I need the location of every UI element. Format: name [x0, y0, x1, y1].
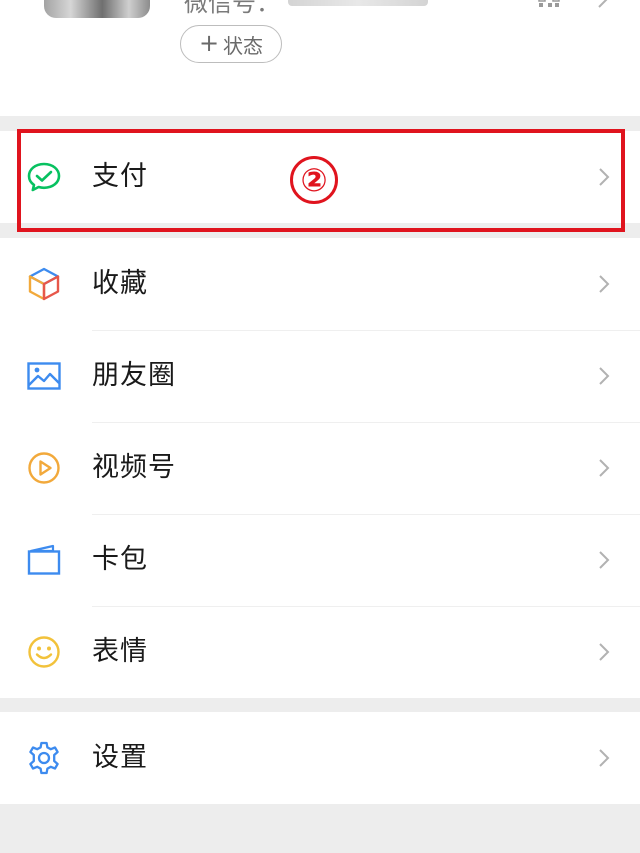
menu-item-label: 支付 [92, 161, 148, 192]
menu-item-label: 朋友圈 [92, 360, 176, 391]
menu-item-card-wallet[interactable]: 卡包 [0, 514, 640, 606]
chevron-right-icon [599, 551, 610, 569]
chevron-right-icon [599, 749, 610, 767]
avatar[interactable] [44, 0, 150, 18]
chevron-right-icon [599, 168, 610, 186]
menu-item-label: 收藏 [92, 268, 148, 299]
wechat-id-label: 微信号： [184, 0, 280, 17]
sticker-smile-icon [28, 636, 60, 668]
profile-header[interactable]: 微信号： + 状态 [0, 0, 640, 116]
step-number-marker: ② [290, 156, 338, 204]
menu-item-label: 设置 [92, 742, 148, 773]
channels-play-icon [28, 452, 60, 484]
wechat-pay-icon [27, 162, 61, 192]
menu-item-label: 视频号 [92, 452, 176, 483]
menu-item-stickers[interactable]: 表情 [0, 606, 640, 698]
menu-item-favorites[interactable]: 收藏 [0, 238, 640, 330]
chevron-right-icon [599, 459, 610, 477]
chevron-right-icon [599, 643, 610, 661]
add-status-button[interactable]: + 状态 [180, 25, 282, 63]
qr-code-icon[interactable] [538, 0, 560, 8]
main-menu-section: 收藏 朋友圈 视频号 卡包 表情 [0, 238, 640, 698]
chevron-right-icon [599, 367, 610, 385]
menu-item-moments[interactable]: 朋友圈 [0, 330, 640, 422]
wechat-id-row[interactable]: 微信号： [184, 0, 428, 17]
moments-image-icon [27, 362, 61, 390]
card-wallet-icon [27, 544, 61, 575]
chevron-right-icon [598, 0, 608, 8]
settings-gear-icon [29, 741, 59, 775]
chevron-right-icon [599, 275, 610, 293]
status-button-label: 状态 [223, 33, 264, 58]
plus-icon: + [198, 29, 220, 57]
menu-item-label: 卡包 [92, 544, 148, 575]
menu-item-channels[interactable]: 视频号 [0, 422, 640, 514]
settings-section: 设置 [0, 712, 640, 804]
wechat-id-value-blurred [288, 0, 428, 6]
menu-item-settings[interactable]: 设置 [0, 712, 640, 804]
favorites-cube-icon [28, 267, 60, 301]
menu-item-label: 表情 [92, 636, 148, 667]
